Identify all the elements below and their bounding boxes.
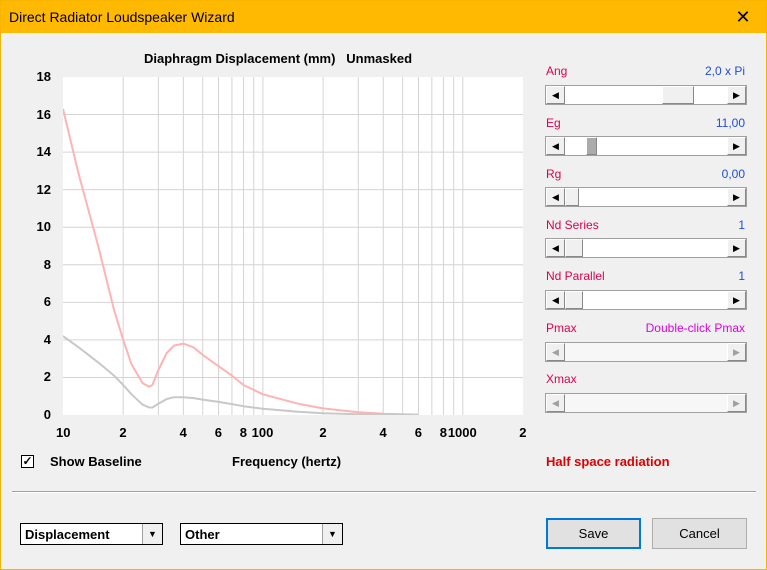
ang-label: Ang: [546, 64, 568, 78]
nd-series-right-arrow-icon[interactable]: ▶: [727, 239, 746, 257]
y-tick-label: 18: [36, 69, 51, 84]
baseline-series-line: [63, 335, 419, 415]
y-tick-label: 6: [43, 294, 51, 310]
eg-thumb[interactable]: [586, 137, 597, 155]
x-tick-label: 2: [519, 425, 527, 440]
y-tick-label: 4: [43, 331, 51, 347]
y-tick-label: 0: [43, 407, 51, 422]
pmax-track: [565, 343, 727, 361]
x-tick-label: 6: [214, 425, 223, 440]
close-icon[interactable]: ✕: [720, 1, 766, 33]
plot-area: [63, 77, 523, 415]
pmax-slider: ◀ ▶: [545, 342, 747, 362]
window-title: Direct Radiator Loudspeaker Wizard: [9, 9, 235, 25]
nd-parallel-track[interactable]: [565, 291, 727, 309]
pmax-left-arrow-icon: ◀: [546, 343, 565, 361]
nd-series-thumb[interactable]: [565, 239, 583, 257]
ang-right-arrow-icon[interactable]: ▶: [727, 86, 746, 104]
xmax-label: Xmax: [546, 372, 577, 386]
preset-select-value: Other: [185, 527, 220, 542]
chevron-down-icon[interactable]: ▼: [142, 524, 162, 544]
rg-label: Rg: [546, 167, 562, 181]
response-select[interactable]: Displacement ▼: [20, 523, 163, 545]
preset-select[interactable]: Other ▼: [180, 523, 343, 545]
nd-series-value: 1: [738, 218, 745, 232]
y-tick-label: 10: [36, 219, 51, 235]
xmax-slider: ◀ ▶: [545, 393, 747, 413]
nd-parallel-slider[interactable]: ◀ ▶: [545, 290, 747, 310]
rg-track[interactable]: [565, 188, 727, 206]
nd-series-slider[interactable]: ◀ ▶: [545, 238, 747, 258]
nd-parallel-thumb[interactable]: [565, 291, 583, 309]
title-bar: Direct Radiator Loudspeaker Wizard ✕: [1, 1, 766, 33]
ang-slider[interactable]: ◀ ▶: [545, 85, 747, 105]
ang-track[interactable]: [565, 86, 727, 104]
ang-thumb[interactable]: [662, 86, 694, 104]
pmax-label: Pmax: [546, 321, 577, 335]
chart-mode: Unmasked: [346, 51, 413, 66]
x-tick-label: 1000: [447, 425, 477, 440]
rg-slider[interactable]: ◀ ▶: [545, 187, 747, 207]
nd-parallel-left-arrow-icon[interactable]: ◀: [546, 291, 565, 309]
show-baseline-label[interactable]: Show Baseline: [50, 454, 142, 469]
nd-series-track[interactable]: [565, 239, 727, 257]
eg-label: Eg: [546, 116, 561, 130]
nd-parallel-right-arrow-icon[interactable]: ▶: [727, 291, 746, 309]
ang-value: 2,0 x Pi: [704, 64, 745, 78]
rg-thumb[interactable]: [565, 188, 579, 206]
eg-value: 11,00: [715, 116, 745, 130]
x-tick-label: 2: [119, 425, 127, 440]
y-tick-label: 12: [36, 181, 51, 197]
x-tick-label: 8: [239, 425, 248, 440]
y-tick-label: 14: [36, 144, 51, 160]
chart-title-text: Diaphragm Displacement (mm): [144, 51, 336, 66]
x-tick-label: 2: [319, 425, 327, 440]
chevron-down-icon[interactable]: ▼: [322, 524, 342, 544]
xmax-track: [565, 394, 727, 412]
show-baseline-checkbox[interactable]: ✓: [21, 455, 34, 468]
x-tick-label: 6: [414, 425, 422, 440]
x-tick-label: 8: [439, 425, 447, 440]
y-tick-label: 2: [43, 369, 51, 385]
xmax-left-arrow-icon: ◀: [546, 394, 565, 412]
x-axis-label: Frequency (hertz): [232, 454, 342, 469]
response-select-value: Displacement: [25, 527, 110, 542]
wizard-window: Direct Radiator Loudspeaker Wizard ✕ Dia…: [0, 0, 767, 570]
pmax-right-arrow-icon: ▶: [727, 343, 746, 361]
y-tick-label: 16: [36, 106, 51, 122]
radiation-mode-text: Half space radiation: [546, 454, 670, 469]
x-tick-label: 10: [56, 425, 71, 440]
rg-left-arrow-icon[interactable]: ◀: [546, 188, 565, 206]
nd-series-left-arrow-icon[interactable]: ◀: [546, 239, 565, 257]
save-button[interactable]: Save: [546, 518, 641, 549]
rg-right-arrow-icon[interactable]: ▶: [727, 188, 746, 206]
displacement-series-line: [63, 108, 419, 415]
x-tick-label: 100: [251, 425, 274, 440]
eg-right-arrow-icon[interactable]: ▶: [727, 137, 746, 155]
displacement-chart: [63, 77, 523, 415]
nd-parallel-label: Nd Parallel: [546, 269, 605, 283]
chart-title: Diaphragm Displacement (mm) Unmasked: [144, 51, 412, 66]
x-tick-label: 4: [379, 425, 387, 440]
eg-slider[interactable]: ◀ ▶: [545, 136, 747, 156]
x-tick-label: 4: [179, 425, 187, 440]
cancel-button[interactable]: Cancel: [652, 518, 747, 549]
xmax-right-arrow-icon: ▶: [727, 394, 746, 412]
pmax-value[interactable]: Double-click Pmax: [646, 321, 745, 335]
ang-left-arrow-icon[interactable]: ◀: [546, 86, 565, 104]
nd-parallel-value: 1: [738, 269, 745, 283]
y-tick-label: 8: [43, 256, 51, 272]
eg-left-arrow-icon[interactable]: ◀: [546, 137, 565, 155]
rg-value: 0,00: [721, 167, 745, 181]
nd-series-label: Nd Series: [546, 218, 599, 232]
separator: [12, 491, 756, 493]
